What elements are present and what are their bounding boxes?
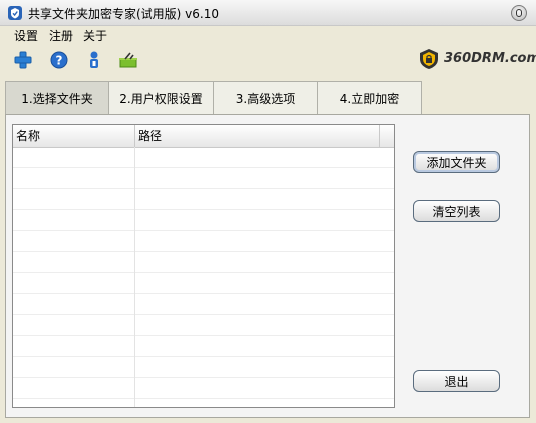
help-icon[interactable]: ? [49, 50, 69, 70]
svg-text:?: ? [56, 54, 63, 68]
window-title: 共享文件夹加密专家(试用版) v6.10 [28, 7, 219, 21]
logo-text: 360DRM.com [444, 51, 536, 66]
column-header-path[interactable]: 路径 [135, 125, 380, 147]
tab-user-permissions[interactable]: 2.用户权限设置 [108, 81, 214, 114]
clear-list-button[interactable]: 清空列表 [413, 200, 500, 222]
exit-button[interactable]: 退出 [413, 370, 500, 392]
menu-about[interactable]: 关于 [83, 27, 107, 44]
tab-select-folder[interactable]: 1.选择文件夹 [5, 81, 109, 114]
basket-icon[interactable] [118, 50, 138, 70]
menu-bar: 设置 注册 关于 [0, 26, 536, 44]
close-button[interactable] [511, 5, 527, 21]
lock-shield-icon [420, 49, 438, 69]
title-bar: 共享文件夹加密专家(试用版) v6.10 [0, 0, 536, 26]
user-icon[interactable] [84, 50, 104, 70]
menu-register[interactable]: 注册 [49, 27, 73, 44]
add-folder-button[interactable]: 添加文件夹 [413, 151, 500, 173]
tab-advanced-options[interactable]: 3.高级选项 [213, 81, 318, 114]
column-header-name[interactable]: 名称 [13, 125, 135, 147]
column-divider [134, 147, 135, 407]
plus-icon[interactable] [13, 50, 33, 70]
tab-encrypt-now[interactable]: 4.立即加密 [317, 81, 422, 114]
brand-logo: 360DRM.com [418, 46, 536, 72]
shield-icon [8, 6, 22, 20]
list-header: 名称 路径 [13, 125, 394, 148]
folder-list[interactable]: 名称 路径 [12, 124, 395, 408]
list-body [13, 147, 394, 407]
menu-settings[interactable]: 设置 [14, 27, 38, 44]
